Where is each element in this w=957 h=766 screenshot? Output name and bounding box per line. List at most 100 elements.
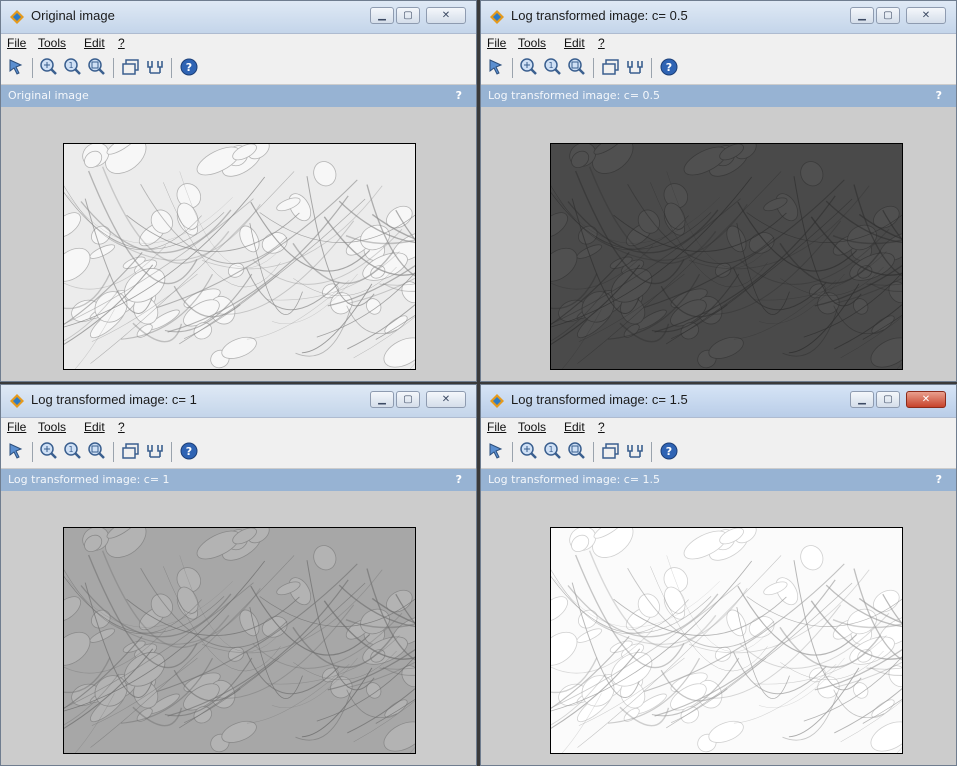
menu-help[interactable]: ? <box>598 420 605 434</box>
zoom-fit-icon[interactable] <box>87 57 107 77</box>
app-logo-icon <box>490 10 504 24</box>
minimize-button[interactable]: ▁ <box>850 7 874 24</box>
minimize-button[interactable]: ▁ <box>370 391 394 408</box>
toolbar-separator <box>651 442 652 462</box>
help-icon[interactable]: ? <box>179 441 199 461</box>
header-help[interactable]: ? <box>456 473 462 486</box>
menu-tools[interactable]: Tools <box>38 420 66 434</box>
zoom-fit-icon[interactable] <box>567 57 587 77</box>
menu-edit[interactable]: Edit <box>564 36 585 50</box>
menu-file[interactable]: File <box>487 36 506 50</box>
zoom-in-icon[interactable]: 1 <box>63 57 83 77</box>
window-icon[interactable] <box>121 57 141 77</box>
maximize-button[interactable]: ▢ <box>396 391 420 408</box>
profile-icon[interactable] <box>625 441 645 461</box>
zoom-grid-icon[interactable] <box>519 441 539 461</box>
header-help[interactable]: ? <box>936 473 942 486</box>
maximize-button[interactable]: ▢ <box>876 391 900 408</box>
zoom-in-icon[interactable]: 1 <box>63 441 83 461</box>
header-help[interactable]: ? <box>456 89 462 102</box>
minimize-button[interactable]: ▁ <box>370 7 394 24</box>
cursor-icon[interactable] <box>487 57 507 77</box>
title-bar[interactable]: Log transformed image: c= 0.5 ▁ ▢ ✕ <box>481 1 956 34</box>
image-header-title: Log transformed image: c= 1 <box>8 473 170 486</box>
toolbar-separator <box>593 442 594 462</box>
window-icon[interactable] <box>601 441 621 461</box>
menu-edit[interactable]: Edit <box>84 36 105 50</box>
menu-help[interactable]: ? <box>118 36 125 50</box>
help-icon[interactable]: ? <box>659 57 679 77</box>
zoom-in-icon[interactable]: 1 <box>543 441 563 461</box>
svg-text:1: 1 <box>548 445 553 454</box>
image-header: Log transformed image: c= 1 ? <box>1 469 476 491</box>
menu-file[interactable]: File <box>7 36 26 50</box>
toolbar: 1 ? <box>1 436 476 468</box>
profile-icon[interactable] <box>145 57 165 77</box>
window-title: Original image <box>31 8 115 23</box>
close-button[interactable]: ✕ <box>426 7 466 24</box>
zoom-grid-icon[interactable] <box>519 57 539 77</box>
texture-image <box>64 528 415 753</box>
zoom-grid-icon[interactable] <box>39 57 59 77</box>
menu-file[interactable]: File <box>487 420 506 434</box>
menu-help[interactable]: ? <box>118 420 125 434</box>
maximize-button[interactable]: ▢ <box>876 7 900 24</box>
zoom-fit-icon[interactable] <box>87 441 107 461</box>
help-icon[interactable]: ? <box>659 441 679 461</box>
image-window-original[interactable]: Original image ▁ ▢ ✕ File Tools Edit ? 1… <box>0 0 477 382</box>
texture-image <box>64 144 415 369</box>
svg-text:1: 1 <box>68 61 73 70</box>
maximize-button[interactable]: ▢ <box>396 7 420 24</box>
help-icon[interactable]: ? <box>179 57 199 77</box>
toolbar-separator <box>512 442 513 462</box>
image-window-log-c15[interactable]: Log transformed image: c= 1.5 ▁ ▢ ✕ File… <box>480 384 957 766</box>
menu-tools[interactable]: Tools <box>518 420 546 434</box>
cursor-icon[interactable] <box>487 441 507 461</box>
title-bar[interactable]: Log transformed image: c= 1 ▁ ▢ ✕ <box>1 385 476 418</box>
svg-text:?: ? <box>666 445 672 458</box>
image-canvas[interactable] <box>63 143 416 370</box>
image-canvas[interactable] <box>63 527 416 754</box>
image-canvas[interactable] <box>550 143 903 370</box>
image-canvas[interactable] <box>550 527 903 754</box>
svg-text:1: 1 <box>68 445 73 454</box>
menu-edit[interactable]: Edit <box>84 420 105 434</box>
window-icon[interactable] <box>121 441 141 461</box>
menu-file[interactable]: File <box>7 420 26 434</box>
texture-image <box>551 528 902 753</box>
image-window-log-c1[interactable]: Log transformed image: c= 1 ▁ ▢ ✕ File T… <box>0 384 477 766</box>
profile-icon[interactable] <box>145 441 165 461</box>
window-icon[interactable] <box>601 57 621 77</box>
title-bar[interactable]: Log transformed image: c= 1.5 ▁ ▢ ✕ <box>481 385 956 418</box>
zoom-in-icon[interactable]: 1 <box>543 57 563 77</box>
svg-text:1: 1 <box>548 61 553 70</box>
minimize-button[interactable]: ▁ <box>850 391 874 408</box>
cursor-icon[interactable] <box>7 57 27 77</box>
image-header-title: Original image <box>8 89 89 102</box>
toolbar-separator <box>32 442 33 462</box>
menu-edit[interactable]: Edit <box>564 420 585 434</box>
header-help[interactable]: ? <box>936 89 942 102</box>
svg-text:?: ? <box>186 445 192 458</box>
menu-bar: File Tools Edit ? <box>1 34 476 52</box>
toolbar-separator <box>651 58 652 78</box>
menu-bar: File Tools Edit ? <box>1 418 476 436</box>
zoom-grid-icon[interactable] <box>39 441 59 461</box>
image-header: Original image ? <box>1 85 476 107</box>
title-bar[interactable]: Original image ▁ ▢ ✕ <box>1 1 476 34</box>
app-logo-icon <box>10 394 24 408</box>
toolbar-separator <box>171 58 172 78</box>
menu-tools[interactable]: Tools <box>518 36 546 50</box>
profile-icon[interactable] <box>625 57 645 77</box>
menu-help[interactable]: ? <box>598 36 605 50</box>
toolbar: 1 ? <box>1 52 476 84</box>
zoom-fit-icon[interactable] <box>567 441 587 461</box>
image-window-log-c05[interactable]: Log transformed image: c= 0.5 ▁ ▢ ✕ File… <box>480 0 957 382</box>
close-button[interactable]: ✕ <box>906 391 946 408</box>
menu-bar: File Tools Edit ? <box>481 418 956 436</box>
close-button[interactable]: ✕ <box>426 391 466 408</box>
close-button[interactable]: ✕ <box>906 7 946 24</box>
cursor-icon[interactable] <box>7 441 27 461</box>
menu-tools[interactable]: Tools <box>38 36 66 50</box>
window-title: Log transformed image: c= 1 <box>31 392 197 407</box>
